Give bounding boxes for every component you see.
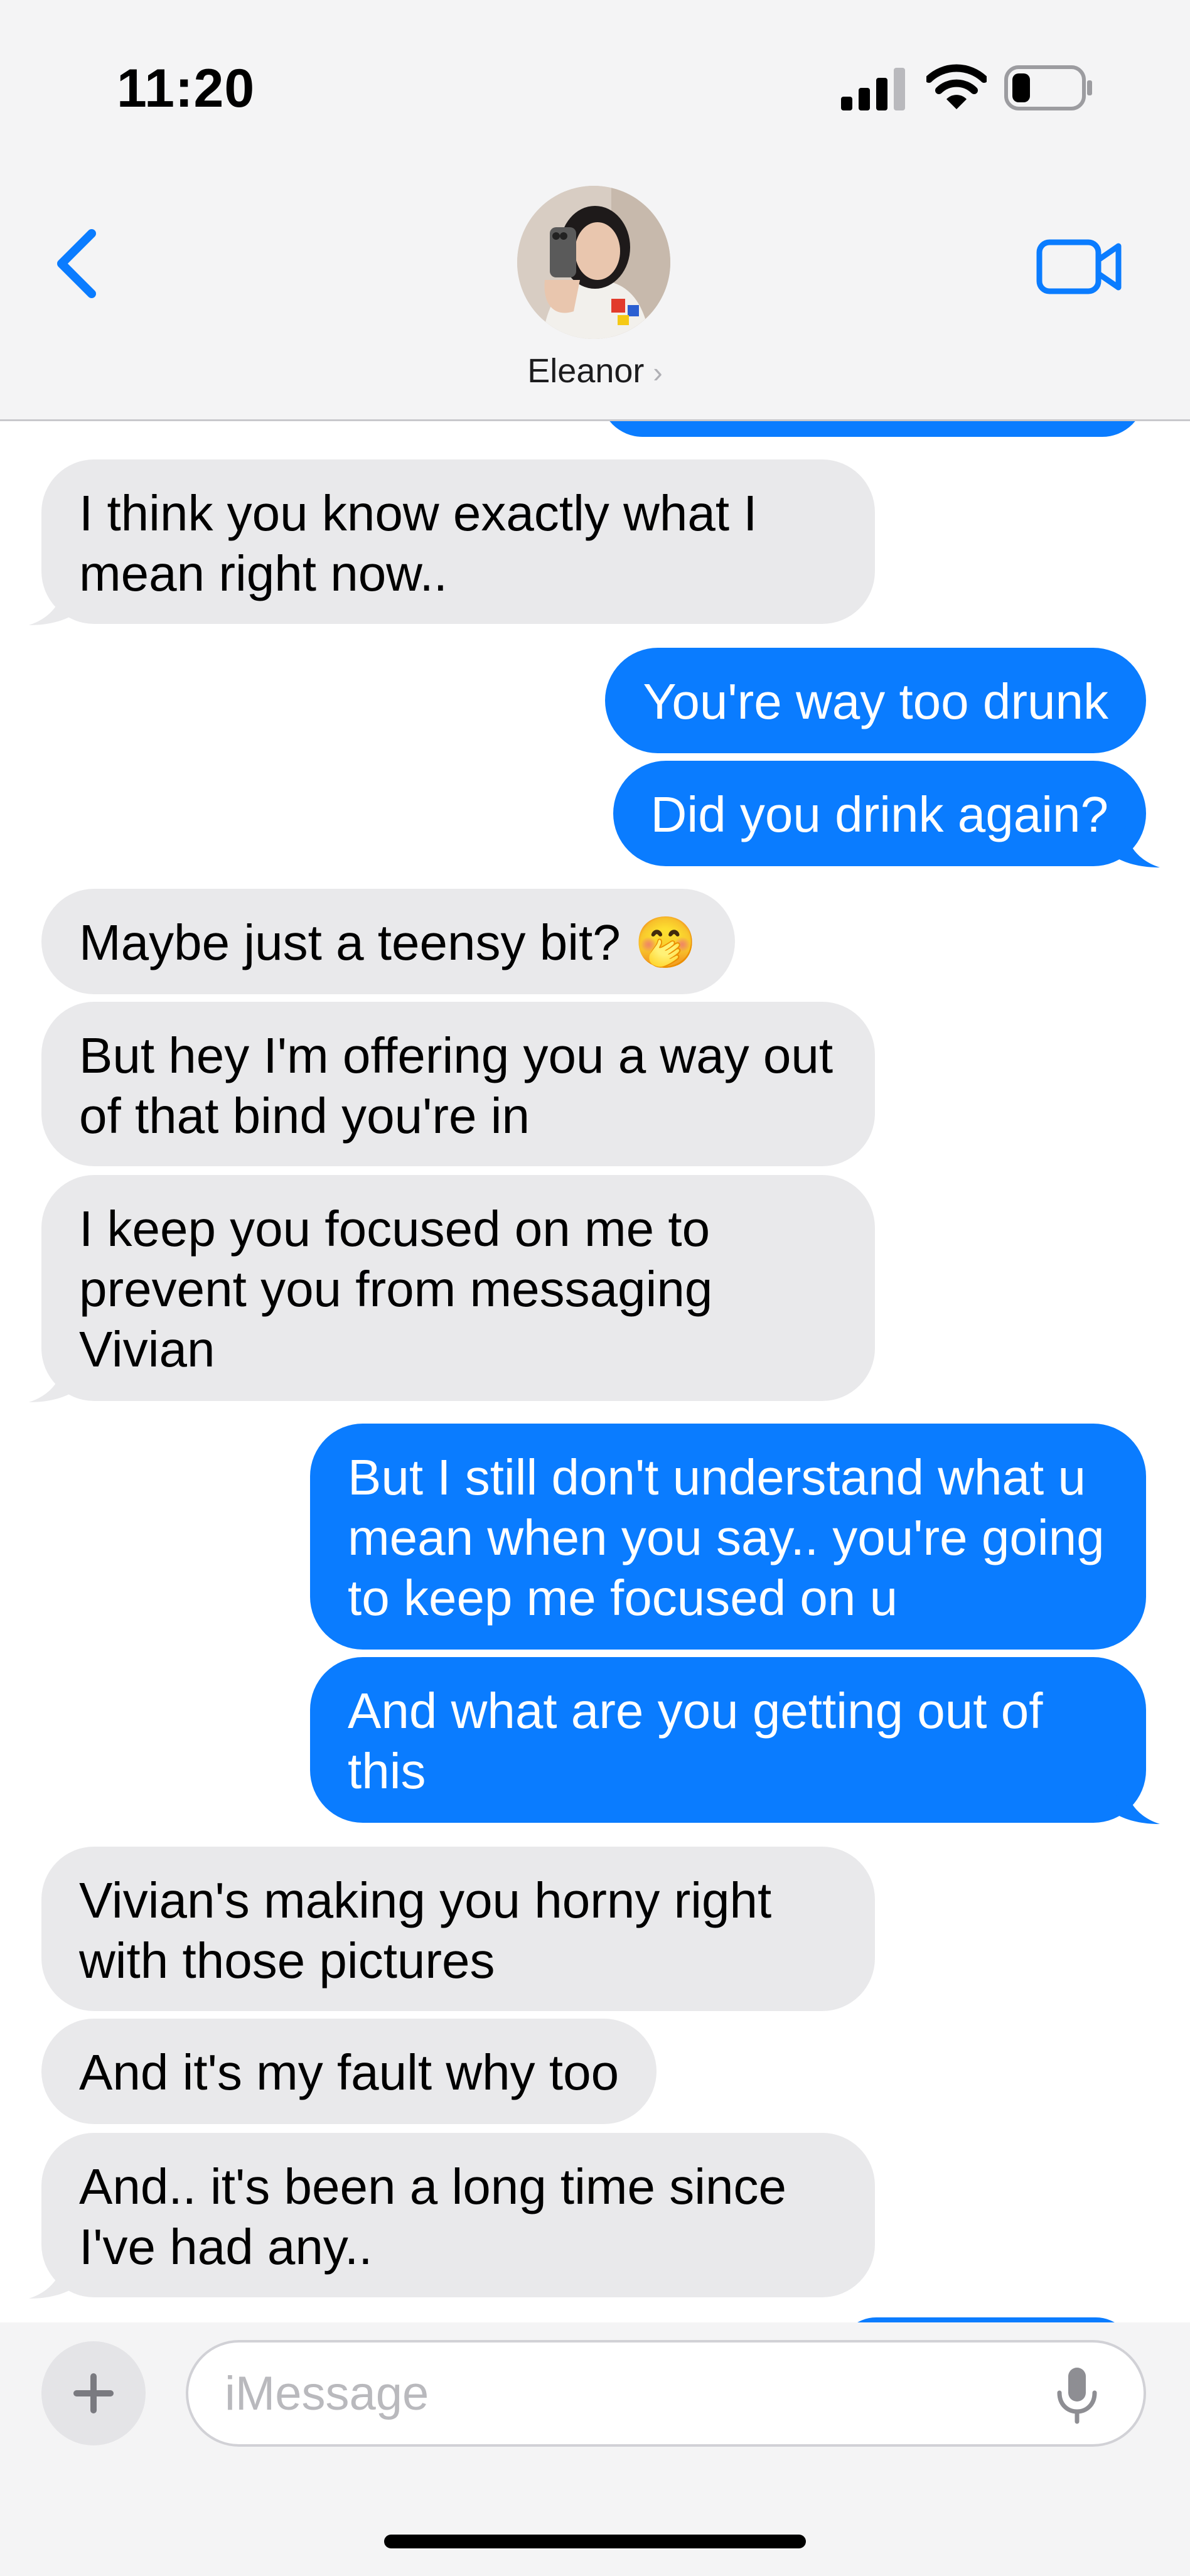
conversation-header: 11:20 Eleanor › bbox=[0, 0, 1190, 421]
incoming-bubble-tail bbox=[29, 584, 82, 625]
message-input[interactable] bbox=[186, 2340, 1146, 2447]
cellular-signal-icon bbox=[841, 68, 905, 110]
message-text: I keep you focused on me to prevent you … bbox=[79, 1201, 713, 1377]
wifi-icon bbox=[926, 64, 987, 109]
outgoing-message-bubble[interactable]: And what are you getting out of this bbox=[310, 1657, 1146, 1823]
outgoing-message-bubble[interactable]: But I still don't understand what u mean… bbox=[310, 1424, 1146, 1650]
status-time: 11:20 bbox=[117, 58, 255, 119]
incoming-bubble-tail bbox=[29, 1361, 82, 1402]
avatar-photo-icon bbox=[517, 186, 670, 339]
contact-name: Eleanor bbox=[527, 352, 645, 390]
message-text: Did you drink again? bbox=[650, 786, 1108, 842]
contact-avatar[interactable] bbox=[517, 186, 670, 339]
incoming-message-bubble[interactable]: I keep you focused on me to prevent you … bbox=[41, 1175, 875, 1401]
contact-name-button[interactable]: Eleanor › bbox=[0, 352, 1190, 390]
incoming-message-bubble[interactable]: But hey I'm offering you a way out of th… bbox=[41, 1002, 875, 1166]
incoming-message-bubble[interactable]: And.. it's been a long time since I've h… bbox=[41, 2133, 875, 2297]
microphone-icon[interactable] bbox=[1052, 2365, 1102, 2425]
outgoing-message-bubble[interactable]: Did you drink again? bbox=[613, 761, 1146, 866]
outgoing-bubble-tail bbox=[1107, 826, 1160, 867]
plus-icon bbox=[73, 2373, 114, 2413]
message-text: But hey I'm offering you a way out of th… bbox=[79, 1028, 834, 1144]
incoming-message-bubble[interactable]: Maybe just a teensy bit? 🤭 bbox=[41, 889, 735, 994]
home-indicator[interactable] bbox=[384, 2535, 806, 2548]
incoming-message-bubble[interactable]: I think you know exactly what I mean rig… bbox=[41, 459, 875, 624]
incoming-message-bubble[interactable]: Vivian's making you horny right with tho… bbox=[41, 1847, 875, 2011]
video-camera-icon[interactable] bbox=[1036, 235, 1123, 298]
incoming-bubble-tail bbox=[29, 2257, 82, 2299]
message-text: But I still don't understand what u mean… bbox=[348, 1449, 1105, 1626]
message-text: You're way too drunk bbox=[643, 674, 1108, 729]
message-text: And it's my fault why too bbox=[79, 2044, 619, 2100]
outgoing-bubble-tail bbox=[1107, 1783, 1160, 1824]
incoming-message-bubble[interactable]: And it's my fault why too bbox=[41, 2019, 657, 2124]
back-chevron-icon[interactable] bbox=[45, 226, 108, 301]
message-text: And what are you getting out of this bbox=[348, 1683, 1043, 1799]
outgoing-message-bubble[interactable]: You're way too drunk bbox=[605, 648, 1146, 753]
plus-button[interactable] bbox=[41, 2341, 146, 2445]
battery-icon bbox=[1004, 65, 1092, 110]
message-text: And.. it's been a long time since I've h… bbox=[79, 2159, 787, 2275]
message-text: Vivian's making you horny right with tho… bbox=[79, 1872, 772, 1988]
partial-outgoing-bubble bbox=[839, 2317, 1134, 2322]
message-text: Maybe just a teensy bit? 🤭 bbox=[79, 915, 697, 970]
chevron-right-icon: › bbox=[653, 356, 663, 389]
message-text: I think you know exactly what I mean rig… bbox=[79, 485, 758, 601]
messages-screen: I think you know exactly what I mean rig… bbox=[0, 0, 1190, 2576]
